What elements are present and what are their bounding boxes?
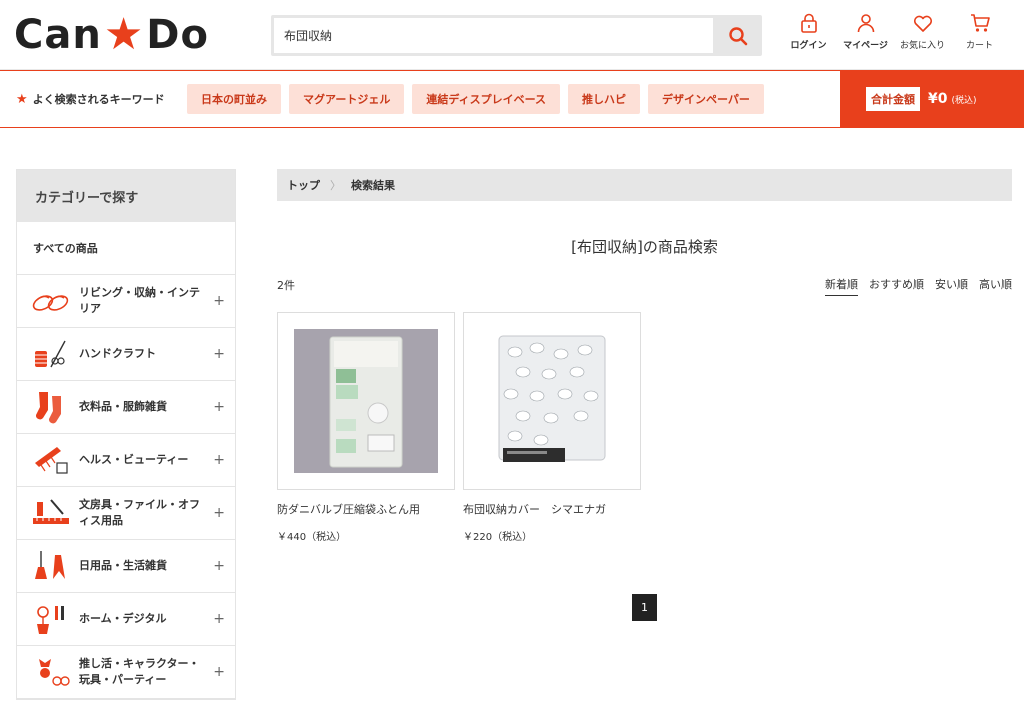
logo[interactable]: Can ★ Do — [14, 12, 209, 58]
mypage-button[interactable]: マイページ — [837, 12, 894, 51]
sidebar-item-oshi[interactable]: 推し活・キャラクター・玩具・パーティー + — [17, 646, 235, 699]
category-label: 衣料品・服飾雑貨 — [79, 400, 167, 413]
category-label: リビング・収納・インテリア — [79, 286, 200, 315]
total-label: 合計金額 — [866, 87, 920, 111]
cart-total[interactable]: 合計金額 ¥0 (税込) — [840, 71, 1024, 127]
keyword-chip[interactable]: 日本の町並み — [187, 84, 281, 114]
search-bar — [271, 15, 762, 56]
expand-icon[interactable]: + — [213, 558, 225, 574]
product-card[interactable]: 防ダニバルブ圧縮袋ふとん用 ￥440（税込） — [277, 312, 455, 543]
product-price: ￥220（税込） — [463, 532, 533, 543]
logo-star-icon: ★ — [103, 9, 145, 60]
page-title: [布団収納]の商品検索 — [571, 238, 718, 256]
category-label: ヘルス・ビューティー — [79, 453, 189, 466]
expand-icon[interactable]: + — [213, 611, 225, 627]
tools-icon — [31, 602, 71, 636]
category-label: ホーム・デジタル — [79, 612, 167, 625]
socks-icon — [31, 390, 71, 424]
stationery-icon — [31, 496, 71, 530]
broom-icon — [31, 549, 71, 583]
cart-icon — [970, 14, 990, 32]
sidebar-item-daily[interactable]: 日用品・生活雑貨 + — [17, 540, 235, 593]
product-name[interactable]: 防ダニバルブ圧縮袋ふとん用 — [277, 502, 455, 518]
keyword-chip[interactable]: 推しハピ — [568, 84, 641, 114]
sidebar-item-handcraft[interactable]: ハンドクラフト + — [17, 328, 235, 381]
product-image[interactable] — [463, 312, 641, 490]
result-count: 2件 — [277, 279, 295, 292]
category-label: 文房具・ファイル・オフィス用品 — [79, 498, 200, 527]
cart-label: カート — [965, 41, 993, 51]
keyword-chip[interactable]: デザインペーパー — [648, 84, 764, 114]
heart-icon — [913, 15, 932, 32]
keyword-list: 日本の町並み マグアートジェル 連結ディスプレイベース 推しハピ デザインペーパ… — [187, 84, 764, 114]
breadcrumb-top[interactable]: トップ — [287, 177, 320, 193]
mypage-label: マイページ — [843, 41, 888, 51]
category-label: 日用品・生活雑貨 — [79, 559, 167, 572]
keyword-chip[interactable]: マグアートジェル — [289, 84, 405, 114]
login-label: ログイン — [790, 41, 827, 51]
expand-icon[interactable]: + — [213, 399, 225, 415]
product-image[interactable] — [277, 312, 455, 490]
sort-recommended[interactable]: おすすめ順 — [869, 276, 924, 296]
sidebar-item-clothing[interactable]: 衣料品・服飾雑貨 + — [17, 381, 235, 434]
login-button[interactable]: ログイン — [780, 12, 837, 51]
total-tax: (税込) — [951, 95, 977, 106]
party-icon — [31, 655, 71, 689]
header: Can ★ Do ログイン マイページ — [0, 0, 1024, 70]
favorites-label: お気に入り — [899, 41, 945, 51]
logo-text-right: Do — [146, 12, 209, 58]
header-nav: ログイン マイページ お気に入り カート — [780, 12, 1008, 51]
search-button[interactable] — [714, 15, 762, 56]
sidebar-title: カテゴリーで探す — [17, 170, 235, 222]
sort-expensive[interactable]: 高い順 — [979, 276, 1012, 296]
product-grid: 防ダニバルブ圧縮袋ふとん用 ￥440（税込） 布団収納カバー シマエナガ ￥22… — [277, 312, 641, 543]
breadcrumb: トップ 〉 検索結果 — [277, 169, 1012, 201]
lock-icon — [800, 13, 817, 33]
pagination-current[interactable]: 1 — [632, 594, 657, 621]
slippers-icon — [31, 284, 71, 318]
sort-options: 新着順 おすすめ順 安い順 高い順 — [825, 276, 1012, 296]
sidebar-item-stationery[interactable]: 文房具・ファイル・オフィス用品 + — [17, 487, 235, 540]
sidebar-item-home[interactable]: ホーム・デジタル + — [17, 593, 235, 646]
search-icon — [729, 26, 748, 45]
expand-icon[interactable]: + — [213, 346, 225, 362]
product-card[interactable]: 布団収納カバー シマエナガ ￥220（税込） — [463, 312, 641, 543]
search-input[interactable] — [274, 18, 713, 53]
expand-icon[interactable]: + — [213, 664, 225, 680]
expand-icon[interactable]: + — [213, 293, 225, 309]
category-sidebar: カテゴリーで探す すべての商品 リビング・収納・インテリア + ハンドクラフト … — [16, 169, 236, 700]
total-value: ¥0 — [928, 91, 948, 107]
expand-icon[interactable]: + — [213, 452, 225, 468]
keyword-title-text: よく検索されるキーワード — [32, 93, 165, 106]
product-name[interactable]: 布団収納カバー シマエナガ — [463, 502, 641, 518]
keyword-chip[interactable]: 連結ディスプレイベース — [412, 84, 561, 114]
sidebar-item-health[interactable]: ヘルス・ビューティー + — [17, 434, 235, 487]
product-price: ￥440（税込） — [277, 532, 347, 543]
sidebar-item-living[interactable]: リビング・収納・インテリア + — [17, 275, 235, 328]
logo-text-left: Can — [14, 12, 102, 58]
comb-icon — [31, 443, 71, 477]
keyword-title: ★ よく検索されるキーワード — [16, 71, 165, 127]
sort-newest[interactable]: 新着順 — [825, 276, 858, 296]
category-label: ハンドクラフト — [79, 347, 156, 360]
expand-icon[interactable]: + — [213, 505, 225, 521]
breadcrumb-separator: 〉 — [330, 179, 341, 192]
keyword-bar: ★ よく検索されるキーワード 日本の町並み マグアートジェル 連結ディスプレイベ… — [0, 70, 1024, 128]
star-icon: ★ — [16, 91, 28, 107]
person-icon — [857, 14, 874, 33]
breadcrumb-current: 検索結果 — [351, 179, 395, 192]
cart-button[interactable]: カート — [951, 12, 1008, 51]
storage-cover-image — [498, 335, 606, 462]
sidebar-item-all[interactable]: すべての商品 — [17, 222, 235, 275]
sewing-icon — [31, 337, 71, 371]
favorites-button[interactable]: お気に入り — [894, 12, 951, 51]
compression-bag-image — [294, 329, 438, 473]
category-label: 推し活・キャラクター・玩具・パーティー — [79, 657, 200, 686]
sort-cheapest[interactable]: 安い順 — [935, 276, 968, 296]
